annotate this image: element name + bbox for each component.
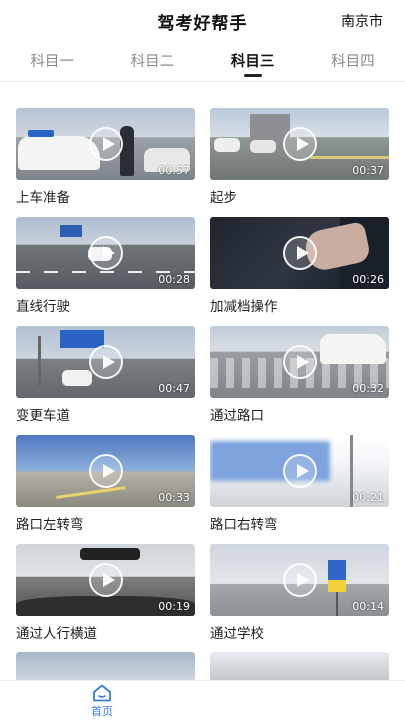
video-card[interactable]: 00:14 通过学校 bbox=[210, 544, 389, 653]
video-thumbnail: 00:33 bbox=[16, 435, 195, 507]
tab-subject-4[interactable]: 科目四 bbox=[305, 40, 401, 82]
video-duration: 00:47 bbox=[158, 382, 190, 395]
video-title: 通过路口 bbox=[210, 408, 264, 424]
video-title: 通过学校 bbox=[210, 626, 264, 642]
video-duration: 00:37 bbox=[352, 164, 384, 177]
play-icon bbox=[88, 345, 123, 379]
tab-subject-1[interactable]: 科目一 bbox=[4, 40, 100, 82]
video-thumbnail[interactable] bbox=[16, 652, 195, 682]
bottom-nav: 首页 bbox=[0, 680, 405, 720]
video-thumbnail: 00:28 bbox=[16, 217, 195, 289]
video-card[interactable]: 00:32 通过路口 bbox=[210, 326, 389, 435]
video-duration: 00:57 bbox=[158, 164, 190, 177]
play-icon bbox=[282, 345, 317, 379]
tab-subject-3[interactable]: 科目三 bbox=[205, 40, 301, 82]
video-card[interactable]: 00:37 起步 bbox=[210, 108, 389, 217]
video-duration: 00:33 bbox=[158, 491, 190, 504]
video-duration: 00:21 bbox=[352, 491, 384, 504]
video-thumbnail: 00:14 bbox=[210, 544, 389, 616]
nav-home-button[interactable]: 首页 bbox=[80, 684, 124, 720]
tab-indicator bbox=[243, 74, 262, 77]
city-selector[interactable]: 南京市 bbox=[341, 11, 383, 31]
play-icon bbox=[88, 127, 123, 161]
nav-home-label: 首页 bbox=[91, 705, 113, 718]
video-thumbnail: 00:32 bbox=[210, 326, 389, 398]
video-title: 直线行驶 bbox=[16, 299, 70, 315]
video-card[interactable]: 00:47 变更车道 bbox=[16, 326, 195, 435]
video-thumbnail: 00:37 bbox=[210, 108, 389, 180]
video-card[interactable]: 00:26 加减档操作 bbox=[210, 217, 389, 326]
app-header: 驾考好帮手 南京市 bbox=[0, 0, 405, 40]
video-card[interactable]: 00:57 上车准备 bbox=[16, 108, 195, 217]
play-icon bbox=[282, 563, 317, 597]
tab-label: 科目一 bbox=[30, 54, 74, 70]
video-card[interactable]: 00:19 通过人行横道 bbox=[16, 544, 195, 653]
play-icon bbox=[88, 236, 123, 270]
video-card[interactable]: 00:28 直线行驶 bbox=[16, 217, 195, 326]
video-grid: 00:57 上车准备 00:37 起步 00:28 直线行驶 00:26 加减档… bbox=[16, 108, 389, 653]
video-duration: 00:14 bbox=[352, 600, 384, 613]
video-thumbnail: 00:19 bbox=[16, 544, 195, 616]
home-icon bbox=[93, 684, 111, 702]
video-title: 路口左转弯 bbox=[16, 517, 84, 533]
play-icon bbox=[282, 127, 317, 161]
video-thumbnail[interactable] bbox=[210, 652, 389, 682]
tab-label: 科目三 bbox=[230, 54, 275, 70]
video-duration: 00:28 bbox=[158, 273, 190, 286]
video-row-partial bbox=[16, 652, 389, 682]
video-thumbnail: 00:57 bbox=[16, 108, 195, 180]
video-duration: 00:26 bbox=[352, 273, 384, 286]
video-title: 通过人行横道 bbox=[16, 626, 97, 642]
play-icon bbox=[88, 563, 123, 597]
video-card[interactable]: 00:33 路口左转弯 bbox=[16, 435, 195, 544]
tab-label: 科目二 bbox=[130, 54, 175, 70]
play-icon bbox=[282, 236, 317, 270]
tab-label: 科目四 bbox=[331, 54, 375, 70]
video-thumbnail: 00:47 bbox=[16, 326, 195, 398]
video-duration: 00:19 bbox=[158, 600, 190, 613]
video-card[interactable]: 00:21 路口右转弯 bbox=[210, 435, 389, 544]
video-duration: 00:32 bbox=[352, 382, 384, 395]
video-title: 上车准备 bbox=[16, 190, 70, 206]
video-title: 路口右转弯 bbox=[210, 517, 278, 533]
subject-tabs: 科目一 科目二 科目三 科目四 bbox=[0, 40, 405, 82]
video-thumbnail: 00:21 bbox=[210, 435, 389, 507]
video-title: 起步 bbox=[210, 190, 237, 206]
play-icon bbox=[282, 454, 317, 488]
tab-subject-2[interactable]: 科目二 bbox=[104, 40, 200, 82]
video-thumbnail: 00:26 bbox=[210, 217, 389, 289]
play-icon bbox=[88, 454, 123, 488]
video-title: 加减档操作 bbox=[210, 299, 278, 315]
video-title: 变更车道 bbox=[16, 408, 70, 424]
